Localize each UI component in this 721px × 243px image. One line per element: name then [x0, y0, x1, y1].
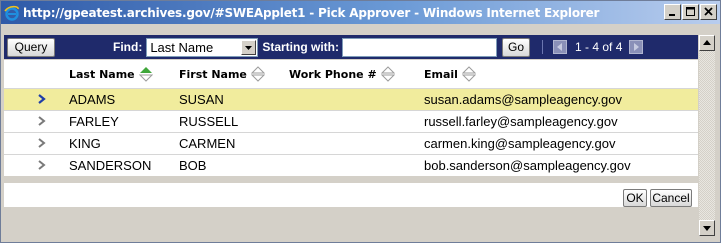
row-selector[interactable] [4, 114, 69, 129]
previous-icon [557, 43, 562, 51]
maximize-button[interactable] [682, 4, 699, 20]
find-label: Find: [113, 40, 143, 54]
row-selector-header [4, 60, 69, 88]
find-field-value: Last Name [150, 39, 214, 55]
list-header: Last Name First Name Work Phone # Email [4, 60, 698, 88]
sort-icon[interactable] [380, 65, 395, 83]
query-button[interactable]: Query [7, 37, 55, 57]
record-count: 1 - 4 of 4 [575, 40, 623, 54]
chevron-down-icon [245, 45, 253, 50]
table-row[interactable]: ADAMS SUSAN susan.adams@sampleagency.gov [4, 88, 698, 110]
next-record-button[interactable] [629, 40, 644, 54]
internet-explorer-icon [4, 5, 20, 21]
table-row[interactable]: SANDERSON BOB bob.sanderson@sampleagency… [4, 154, 698, 176]
vertical-scrollbar[interactable] [699, 35, 715, 236]
cell-email: susan.adams@sampleagency.gov [424, 92, 622, 107]
chevron-right-icon [38, 92, 46, 104]
row-selector[interactable] [4, 158, 69, 173]
pick-approver-window: http://gpeatest.archives.gov/#SWEApplet1… [0, 0, 721, 243]
cell-first-name: BOB [179, 158, 207, 173]
sort-ascending-icon[interactable] [138, 65, 153, 83]
cell-last-name: FARLEY [69, 114, 119, 129]
cancel-button[interactable]: Cancel [650, 189, 692, 207]
find-field-select[interactable]: Last Name [146, 37, 259, 57]
empty-pane [4, 207, 698, 236]
scroll-up-button[interactable] [699, 35, 715, 51]
minimize-button[interactable] [664, 4, 681, 20]
table-row[interactable]: FARLEY RUSSELL russell.farley@sampleagen… [4, 110, 698, 132]
table-row[interactable]: KING CARMEN carmen.king@sampleagency.gov [4, 132, 698, 154]
close-button[interactable] [700, 4, 717, 20]
close-icon [704, 7, 713, 16]
window-title: http://gpeatest.archives.gov/#SWEApplet1… [23, 5, 600, 20]
chevron-right-icon [38, 158, 46, 170]
window-controls [664, 4, 717, 20]
column-header-work-phone[interactable]: Work Phone # [289, 60, 424, 88]
chevron-right-icon [38, 114, 46, 126]
dropdown-button[interactable] [241, 39, 257, 55]
ok-button[interactable]: OK [623, 189, 647, 207]
go-button[interactable]: Go [502, 37, 530, 57]
sort-icon[interactable] [461, 65, 477, 83]
starting-with-label: Starting with: [262, 40, 339, 54]
approver-list: Last Name First Name Work Phone # Email [4, 60, 698, 176]
column-header-email[interactable]: Email [424, 60, 698, 88]
cell-email: russell.farley@sampleagency.gov [424, 114, 618, 129]
toolbar-divider [542, 40, 543, 54]
sort-icon[interactable] [250, 65, 266, 83]
cell-email: carmen.king@sampleagency.gov [424, 136, 616, 151]
cell-last-name: ADAMS [69, 92, 116, 107]
maximize-icon [686, 7, 695, 16]
column-header-first-name[interactable]: First Name [179, 60, 289, 88]
starting-with-input[interactable] [342, 37, 497, 57]
minimize-icon [669, 14, 675, 16]
cell-last-name: KING [69, 136, 101, 151]
cell-email: bob.sanderson@sampleagency.gov [424, 158, 631, 173]
scroll-up-icon [703, 40, 711, 45]
dialog-footer: OK Cancel [4, 183, 698, 207]
cell-first-name: SUSAN [179, 92, 224, 107]
previous-record-button[interactable] [553, 40, 567, 54]
cell-last-name: SANDERSON [69, 158, 152, 173]
scroll-down-icon [703, 226, 711, 231]
scroll-down-button[interactable] [699, 220, 715, 236]
title-bar: http://gpeatest.archives.gov/#SWEApplet1… [1, 1, 720, 24]
row-selector[interactable] [4, 92, 69, 107]
row-selector[interactable] [4, 136, 69, 151]
cell-first-name: CARMEN [179, 136, 236, 151]
chevron-right-icon [38, 136, 46, 148]
search-toolbar: Query Find: Last Name Starting with: Go … [4, 35, 698, 59]
next-icon [634, 43, 640, 51]
column-header-last-name[interactable]: Last Name [69, 60, 179, 88]
cell-first-name: RUSSELL [179, 114, 239, 129]
